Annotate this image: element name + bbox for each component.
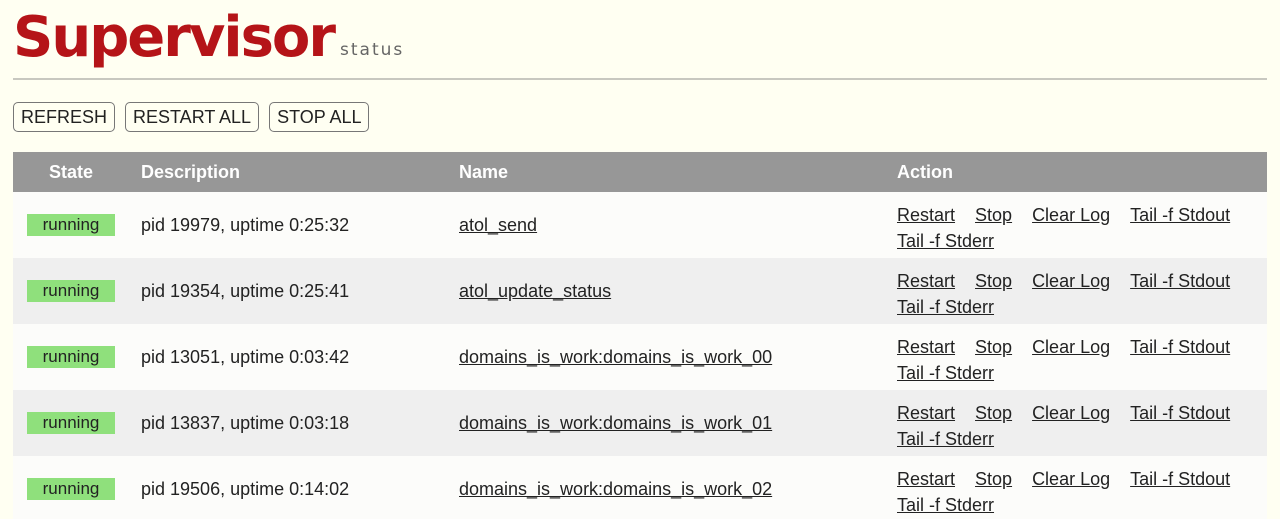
clear-log-link[interactable]: Clear Log: [1032, 466, 1110, 492]
process-name-link[interactable]: domains_is_work:domains_is_work_00: [459, 347, 772, 367]
restart-all-button[interactable]: RESTART ALL: [125, 102, 260, 132]
column-header-state: State: [48, 161, 93, 182]
process-name-link[interactable]: atol_update_status: [459, 281, 611, 301]
refresh-button[interactable]: REFRESH: [13, 102, 116, 132]
page-subtitle: status: [340, 40, 405, 60]
process-description: pid 19354, uptime 0:25:41: [141, 281, 350, 301]
tail-stdout-link[interactable]: Tail -f Stdout: [1130, 334, 1230, 360]
process-description: pid 13051, uptime 0:03:42: [141, 347, 350, 367]
clear-log-link[interactable]: Clear Log: [1032, 268, 1110, 294]
table-row: running pid 19506, uptime 0:14:02 domain…: [13, 456, 1267, 519]
restart-link[interactable]: Restart: [897, 268, 955, 294]
restart-link[interactable]: Restart: [897, 202, 955, 228]
process-description: pid 19979, uptime 0:25:32: [141, 215, 350, 235]
process-name-link[interactable]: domains_is_work:domains_is_work_02: [459, 479, 772, 499]
restart-link[interactable]: Restart: [897, 400, 955, 426]
row-actions: Restart Stop Clear Log Tail -f Stdout Ta…: [897, 456, 1267, 518]
header-divider: [13, 78, 1267, 80]
stop-link[interactable]: Stop: [975, 400, 1012, 426]
process-name-link[interactable]: domains_is_work:domains_is_work_01: [459, 413, 772, 433]
column-header-name: Name: [459, 161, 509, 182]
status-badge: running: [27, 214, 115, 236]
clear-log-link[interactable]: Clear Log: [1032, 202, 1110, 228]
status-badge: running: [27, 346, 115, 368]
tail-stderr-link[interactable]: Tail -f Stderr: [897, 495, 994, 515]
tail-stdout-link[interactable]: Tail -f Stdout: [1130, 400, 1230, 426]
status-badge: running: [27, 412, 115, 434]
process-table: State Description Name Action running pi…: [13, 152, 1267, 519]
stop-link[interactable]: Stop: [975, 334, 1012, 360]
row-actions: Restart Stop Clear Log Tail -f Stdout Ta…: [897, 324, 1267, 386]
process-description: pid 19506, uptime 0:14:02: [141, 479, 350, 499]
row-actions: Restart Stop Clear Log Tail -f Stdout Ta…: [897, 258, 1267, 320]
process-description: pid 13837, uptime 0:03:18: [141, 413, 350, 433]
column-header-description: Description: [141, 161, 241, 182]
stop-link[interactable]: Stop: [975, 202, 1012, 228]
stop-all-button[interactable]: STOP ALL: [269, 102, 370, 132]
clear-log-link[interactable]: Clear Log: [1032, 334, 1110, 360]
toolbar: REFRESH RESTART ALL STOP ALL: [13, 102, 370, 132]
row-actions: Restart Stop Clear Log Tail -f Stdout Ta…: [897, 192, 1267, 254]
page-header: Supervisor status: [13, 0, 404, 66]
table-row: running pid 13051, uptime 0:03:42 domain…: [13, 324, 1267, 390]
table-header: State Description Name Action: [13, 152, 1267, 192]
process-name-link[interactable]: atol_send: [459, 215, 537, 235]
tail-stdout-link[interactable]: Tail -f Stdout: [1130, 202, 1230, 228]
supervisor-logo: Supervisor: [13, 5, 336, 70]
restart-link[interactable]: Restart: [897, 466, 955, 492]
stop-link[interactable]: Stop: [975, 268, 1012, 294]
stop-link[interactable]: Stop: [975, 466, 1012, 492]
table-row: running pid 19354, uptime 0:25:41 atol_u…: [13, 258, 1267, 324]
table-row: running pid 13837, uptime 0:03:18 domain…: [13, 390, 1267, 456]
clear-log-link[interactable]: Clear Log: [1032, 400, 1110, 426]
column-header-action: Action: [897, 161, 953, 182]
tail-stderr-link[interactable]: Tail -f Stderr: [897, 363, 994, 383]
tail-stderr-link[interactable]: Tail -f Stderr: [897, 429, 994, 449]
tail-stdout-link[interactable]: Tail -f Stdout: [1130, 466, 1230, 492]
status-badge: running: [27, 478, 115, 500]
tail-stderr-link[interactable]: Tail -f Stderr: [897, 231, 994, 251]
tail-stdout-link[interactable]: Tail -f Stdout: [1130, 268, 1230, 294]
restart-link[interactable]: Restart: [897, 334, 955, 360]
row-actions: Restart Stop Clear Log Tail -f Stdout Ta…: [897, 390, 1267, 452]
supervisor-status-page: Supervisor status REFRESH RESTART ALL ST…: [0, 0, 1280, 519]
status-badge: running: [27, 280, 115, 302]
table-row: running pid 19979, uptime 0:25:32 atol_s…: [13, 192, 1267, 258]
tail-stderr-link[interactable]: Tail -f Stderr: [897, 297, 994, 317]
